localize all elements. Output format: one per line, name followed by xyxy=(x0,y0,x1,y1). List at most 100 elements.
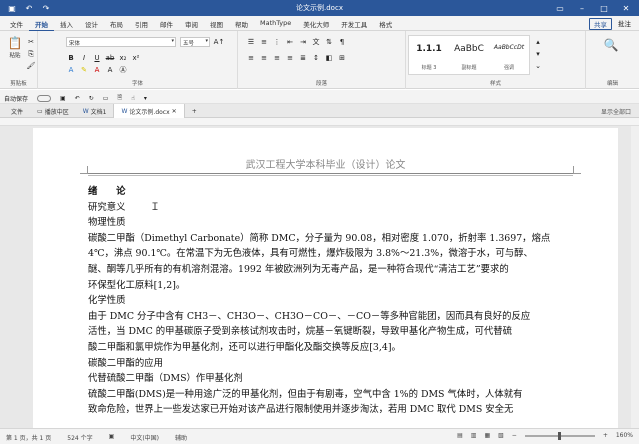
page-indicator[interactable]: 第 1 页，共 1 页 xyxy=(6,433,51,442)
show-all-link[interactable]: 显示全部口 xyxy=(601,107,631,116)
font-color-icon[interactable]: A xyxy=(92,65,102,75)
format-painter-icon[interactable]: 🖌 xyxy=(26,61,36,71)
doc-tab-play[interactable]: ▭ 播放中区 xyxy=(30,104,76,118)
body-line: 碳酸二甲酯（Dimethyl Carbonate）简称 DMC，分子量为 90.… xyxy=(88,232,551,244)
zoom-in-icon[interactable]: + xyxy=(603,432,608,439)
show-marks-icon[interactable]: ¶ xyxy=(337,37,347,47)
focus-mode-icon[interactable]: ▤ xyxy=(457,432,463,439)
shading-icon[interactable]: ◧ xyxy=(324,53,334,63)
vertical-scrollbar[interactable] xyxy=(631,126,639,428)
distributed-icon[interactable]: ≣ xyxy=(298,53,308,63)
tab-insert[interactable]: 插入 xyxy=(54,18,79,32)
styles-scroll-up-icon[interactable]: ▴ xyxy=(533,37,543,47)
save-icon[interactable]: ▣ xyxy=(60,95,66,102)
tab-home[interactable]: 开始 xyxy=(29,18,54,32)
tab-view[interactable]: 视图 xyxy=(204,18,229,32)
tab-mathtype[interactable]: MathType xyxy=(254,18,297,32)
strikethrough-icon[interactable]: ab xyxy=(105,53,115,63)
close-icon[interactable]: ✕ xyxy=(172,108,177,115)
touch-mode-icon[interactable]: ☝ xyxy=(131,95,135,102)
find-icon: 🔍 xyxy=(603,38,619,52)
accessibility-indicator[interactable]: 辅助 xyxy=(175,433,187,442)
grow-font-icon[interactable]: A↑ xyxy=(214,37,225,47)
customize-qat-icon[interactable]: ▾ xyxy=(144,95,147,102)
tab-mailings[interactable]: 邮件 xyxy=(154,18,179,32)
web-layout-icon[interactable]: ▧ xyxy=(498,432,504,439)
text-effects-icon[interactable]: A xyxy=(66,65,76,75)
language-indicator[interactable]: 中文(中国) xyxy=(130,433,159,442)
new-tab-button[interactable]: + xyxy=(185,104,204,118)
print-layout-icon[interactable]: ▦ xyxy=(484,432,490,439)
doc-tab-file[interactable]: 文件 xyxy=(4,104,30,118)
chevron-down-icon: ▾ xyxy=(171,38,174,44)
tab-layout[interactable]: 布局 xyxy=(104,18,129,32)
sort-icon[interactable]: ⇅ xyxy=(324,37,334,47)
style-subtitle[interactable]: AaBbC 副标题 xyxy=(449,36,489,74)
chinese-layout-icon[interactable]: 文 xyxy=(311,37,321,47)
read-mode-icon[interactable]: ▥ xyxy=(471,432,477,439)
copy-icon[interactable]: ⎘ xyxy=(26,49,36,59)
paste-button[interactable]: 📋 粘贴 xyxy=(7,35,23,59)
superscript-icon[interactable]: x² xyxy=(131,53,141,63)
document-page[interactable]: 武汉工程大学本科毕业（设计）论文 绪 论 研究意义 物理性质 碳酸二甲酯（Dim… xyxy=(33,128,618,438)
justify-icon[interactable]: ≡ xyxy=(285,53,295,63)
maximize-icon[interactable]: □ xyxy=(593,0,615,16)
subscript-icon[interactable]: x₂ xyxy=(118,53,128,63)
style-emphasis[interactable]: AaBbCcDt 强调 xyxy=(489,36,529,74)
tab-review[interactable]: 审阅 xyxy=(179,18,204,32)
print-preview-icon[interactable]: 🗎 xyxy=(117,93,122,103)
bullets-icon[interactable]: ☰ xyxy=(246,37,256,47)
doc-tab-doc1[interactable]: W 文档1 xyxy=(76,104,114,118)
doc-tab-thesis[interactable]: W 论文示例.docx ✕ xyxy=(113,104,185,118)
word-count[interactable]: 524 个字 xyxy=(67,433,92,442)
close-icon[interactable]: ✕ xyxy=(615,0,637,16)
editing-button[interactable]: 🔍 xyxy=(603,37,619,53)
underline-icon[interactable]: U xyxy=(92,53,102,63)
tab-help[interactable]: 帮助 xyxy=(229,18,254,32)
body-line: 酸二甲酯和氯甲烷作为甲基化剂，还可以进行甲酯化及酯交换等反应[3,4]。 xyxy=(88,341,401,353)
increase-indent-icon[interactable]: ⇥ xyxy=(298,37,308,47)
tab-format[interactable]: 格式 xyxy=(373,18,398,32)
minimize-icon[interactable]: – xyxy=(571,0,593,16)
enclose-icon[interactable]: Ⓐ xyxy=(118,65,128,75)
bold-icon[interactable]: B xyxy=(66,53,76,63)
share-button[interactable]: 共享 xyxy=(589,18,612,30)
ribbon-display-icon[interactable]: ▭ xyxy=(549,0,571,16)
borders-icon[interactable]: ⊞ xyxy=(337,53,347,63)
font-size-select[interactable]: 五号 ▾ xyxy=(180,37,210,47)
page-header: 武汉工程大学本科毕业（设计）论文 xyxy=(245,160,406,171)
styles-more-icon[interactable]: ⌄ xyxy=(533,61,543,71)
zoom-slider-thumb[interactable] xyxy=(557,431,561,440)
font-name-select[interactable]: 宋体 ▾ xyxy=(66,37,176,47)
align-right-icon[interactable]: ≡ xyxy=(272,53,282,63)
decrease-indent-icon[interactable]: ⇤ xyxy=(285,37,295,47)
comment-button[interactable]: 批注 xyxy=(618,18,631,30)
proofing-icon[interactable]: ▣ xyxy=(109,433,115,442)
align-center-icon[interactable]: ≡ xyxy=(259,53,269,63)
autosave-toggle[interactable] xyxy=(37,94,52,102)
ruler xyxy=(0,118,639,126)
zoom-out-icon[interactable]: − xyxy=(512,432,517,439)
editing-group: 🔍 编辑 xyxy=(586,31,639,89)
redo-icon[interactable]: ↻ xyxy=(89,95,94,102)
new-doc-icon[interactable]: ▭ xyxy=(103,95,109,102)
document-body[interactable]: 绪 论 研究意义 物理性质 碳酸二甲酯（Dimethyl Carbonate）简… xyxy=(88,184,573,418)
zoom-level[interactable]: 160% xyxy=(616,432,633,439)
numbering-icon[interactable]: ≡ xyxy=(259,37,269,47)
cut-icon[interactable]: ✂ xyxy=(26,37,36,47)
italic-icon[interactable]: I xyxy=(79,53,89,63)
tab-references[interactable]: 引用 xyxy=(129,18,154,32)
tab-beautify[interactable]: 美化大师 xyxy=(297,18,335,32)
tab-design[interactable]: 设计 xyxy=(79,18,104,32)
tab-developer[interactable]: 开发工具 xyxy=(335,18,373,32)
styles-scroll-down-icon[interactable]: ▾ xyxy=(533,49,543,59)
line-spacing-icon[interactable]: ↕ xyxy=(311,53,321,63)
style-heading3[interactable]: 1.1.1 标题 3 xyxy=(409,36,449,74)
align-left-icon[interactable]: ≡ xyxy=(246,53,256,63)
highlight-icon[interactable]: ✎ xyxy=(79,65,89,75)
undo-icon[interactable]: ↶ xyxy=(75,95,80,102)
char-shading-icon[interactable]: A xyxy=(105,65,115,75)
multilevel-list-icon[interactable]: ⋮ xyxy=(272,37,282,47)
tab-file[interactable]: 文件 xyxy=(4,18,29,32)
zoom-slider[interactable] xyxy=(524,431,595,440)
